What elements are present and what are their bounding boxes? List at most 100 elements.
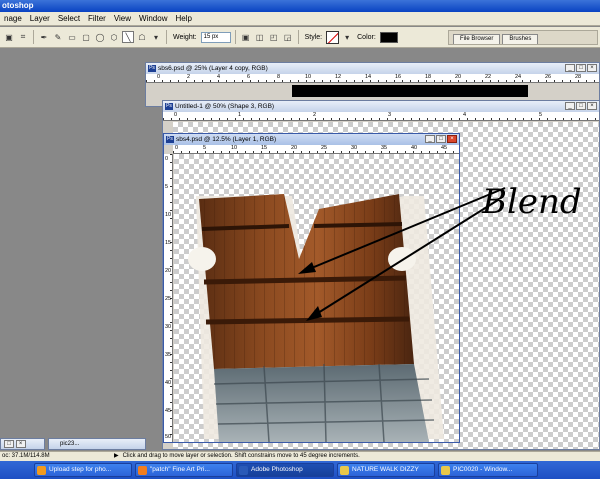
subtract-shape-icon[interactable]: ◫	[254, 31, 266, 43]
taskbar-item-fine-art[interactable]: "patch" Fine Art Pri...	[135, 463, 233, 477]
ruler-label: 28	[575, 74, 582, 80]
line-tool-icon[interactable]: ╲	[122, 31, 134, 43]
ruler-label: 15	[261, 145, 268, 151]
close-button[interactable]: ×	[15, 440, 26, 448]
minimized-doc-controls[interactable]: □ ×	[0, 438, 45, 450]
style-picker[interactable]	[326, 30, 340, 44]
weight-label: Weight:	[173, 33, 197, 41]
minimize-button[interactable]: _	[565, 102, 575, 110]
window-title-bar[interactable]: Ps sbs6.psd @ 25% (Layer 4 copy, RGB) _ …	[146, 63, 599, 74]
toolbar-divider	[297, 30, 299, 44]
ruler-label: 24	[515, 74, 522, 80]
rectangle-tool-icon[interactable]: ▭	[66, 31, 78, 43]
ruler-label: 4	[463, 112, 467, 118]
chevron-down-icon[interactable]: ▾	[150, 31, 162, 43]
tab-brushes[interactable]: Brushes	[502, 34, 539, 44]
ruler-label: 20	[455, 74, 462, 80]
add-shape-area-icon[interactable]: ▣	[240, 31, 252, 43]
exclude-shape-icon[interactable]: ◲	[282, 31, 294, 43]
ruler-label: 18	[425, 74, 432, 80]
document-window-sbs4[interactable]: Ps sbs4.psd @ 12.5% (Layer 1, RGB) _ □ ×…	[163, 133, 460, 443]
polygon-tool-icon[interactable]: ⬡	[108, 31, 120, 43]
ruler-label: 16	[395, 74, 402, 80]
ruler-label: 2	[187, 74, 191, 80]
window-title-bar[interactable]: Ps sbs4.psd @ 12.5% (Layer 1, RGB) _ □ ×	[164, 134, 459, 145]
window-title: Untitled-1 @ 50% (Shape 3, RGB)	[175, 103, 275, 110]
ruler-label: 25	[321, 145, 328, 151]
window-controls: _ □ ×	[565, 64, 597, 72]
menu-help[interactable]: Help	[171, 14, 195, 23]
ruler-label: 8	[277, 74, 281, 80]
shape-layers-icon[interactable]: ▣	[3, 31, 15, 43]
taskbar-item-upload[interactable]: Upload step for pho...	[34, 463, 132, 477]
ruler-label: 25	[165, 296, 172, 302]
photoshop-icon	[239, 466, 248, 475]
horizontal-ruler[interactable]: 0 1 2 3 4 5	[163, 112, 599, 121]
tab-file-browser[interactable]: File Browser	[453, 34, 501, 44]
ruler-label: 6	[247, 74, 251, 80]
paths-icon[interactable]: ⌗	[17, 31, 29, 43]
close-button[interactable]: ×	[447, 135, 457, 143]
menu-select[interactable]: Select	[54, 14, 84, 23]
canvas-strip[interactable]	[156, 84, 599, 98]
window-title-bar[interactable]: Ps Untitled-1 @ 50% (Shape 3, RGB) _ □ ×	[163, 101, 599, 112]
horizontal-ruler[interactable]: 0 5 10 15 20 25 30 35 40 45	[173, 145, 459, 154]
folder-icon	[441, 466, 450, 475]
maximize-button[interactable]: □	[576, 102, 586, 110]
ruler-label: 2	[313, 112, 317, 118]
menu-image[interactable]: nage	[0, 14, 26, 23]
ellipse-tool-icon[interactable]: ◯	[94, 31, 106, 43]
annotation-text: Blend	[482, 182, 582, 222]
folder-icon	[340, 466, 349, 475]
ruler-label: 20	[291, 145, 298, 151]
menu-window[interactable]: Window	[135, 14, 171, 23]
menu-filter[interactable]: Filter	[84, 14, 110, 23]
horizontal-ruler[interactable]: 0 2 4 6 8 10 12 14 16 18 20 22 24 26 28	[146, 74, 599, 83]
ruler-label: 4	[217, 74, 221, 80]
ruler-label: 3	[388, 112, 392, 118]
doc-size-info: oc: 37.1M/114.8M	[2, 453, 50, 459]
weight-input[interactable]: 15 px	[200, 31, 231, 43]
taskbar-item-label: Adobe Photoshop	[251, 466, 303, 473]
ruler-label: 12	[335, 74, 342, 80]
close-button[interactable]: ×	[587, 102, 597, 110]
ruler-label: 10	[305, 74, 312, 80]
taskbar-item-photoshop[interactable]: Adobe Photoshop	[236, 463, 334, 477]
style-label: Style:	[304, 33, 323, 41]
intersect-shape-icon[interactable]: ◰	[268, 31, 280, 43]
ruler-label: 35	[381, 145, 388, 151]
ruler-label: 45	[165, 408, 172, 414]
minimize-button[interactable]: _	[565, 64, 575, 72]
taskbar-item-nature-walk[interactable]: NATURE WALK DIZZY	[337, 463, 435, 477]
minimized-doc-pic23[interactable]: pic23...	[48, 438, 146, 450]
rounded-rectangle-icon[interactable]: ▢	[80, 31, 92, 43]
color-swatch[interactable]	[379, 31, 398, 43]
custom-shape-icon[interactable]: ☖	[136, 31, 148, 43]
ruler-label: 5	[203, 145, 207, 151]
menu-layer[interactable]: Layer	[26, 14, 54, 23]
ruler-label: 10	[165, 212, 172, 218]
ruler-label: 20	[165, 268, 172, 274]
menu-view[interactable]: View	[110, 14, 135, 23]
blended-image	[188, 194, 444, 442]
pen-tool-icon[interactable]: ✒	[38, 31, 50, 43]
taskbar-item-label: Upload step for pho...	[49, 466, 112, 473]
freeform-pen-icon[interactable]: ✎	[52, 31, 64, 43]
photoshop-doc-icon: Ps	[166, 136, 174, 143]
minimize-button[interactable]: _	[425, 135, 435, 143]
taskbar-item-pic0020[interactable]: PIC0020 - Window...	[438, 463, 538, 477]
ruler-label: 10	[231, 145, 238, 151]
taskbar: Upload step for pho... "patch" Fine Art …	[0, 461, 600, 479]
maximize-button[interactable]: □	[436, 135, 446, 143]
maximize-button[interactable]: □	[576, 64, 586, 72]
app-title: otoshop	[2, 1, 34, 10]
close-button[interactable]: ×	[587, 64, 597, 72]
canvas-transparent[interactable]	[174, 154, 459, 442]
vertical-ruler[interactable]: 0 5 10 15 20 25 30 35 40 45 50	[164, 154, 173, 442]
photoshop-doc-icon: Ps	[148, 65, 156, 72]
chevron-down-icon[interactable]: ▾	[341, 31, 353, 43]
app-title-bar: otoshop	[0, 0, 600, 12]
ruler-label: 5	[539, 112, 543, 118]
ruler-label: 0	[157, 74, 161, 80]
restore-button[interactable]: □	[4, 440, 14, 448]
